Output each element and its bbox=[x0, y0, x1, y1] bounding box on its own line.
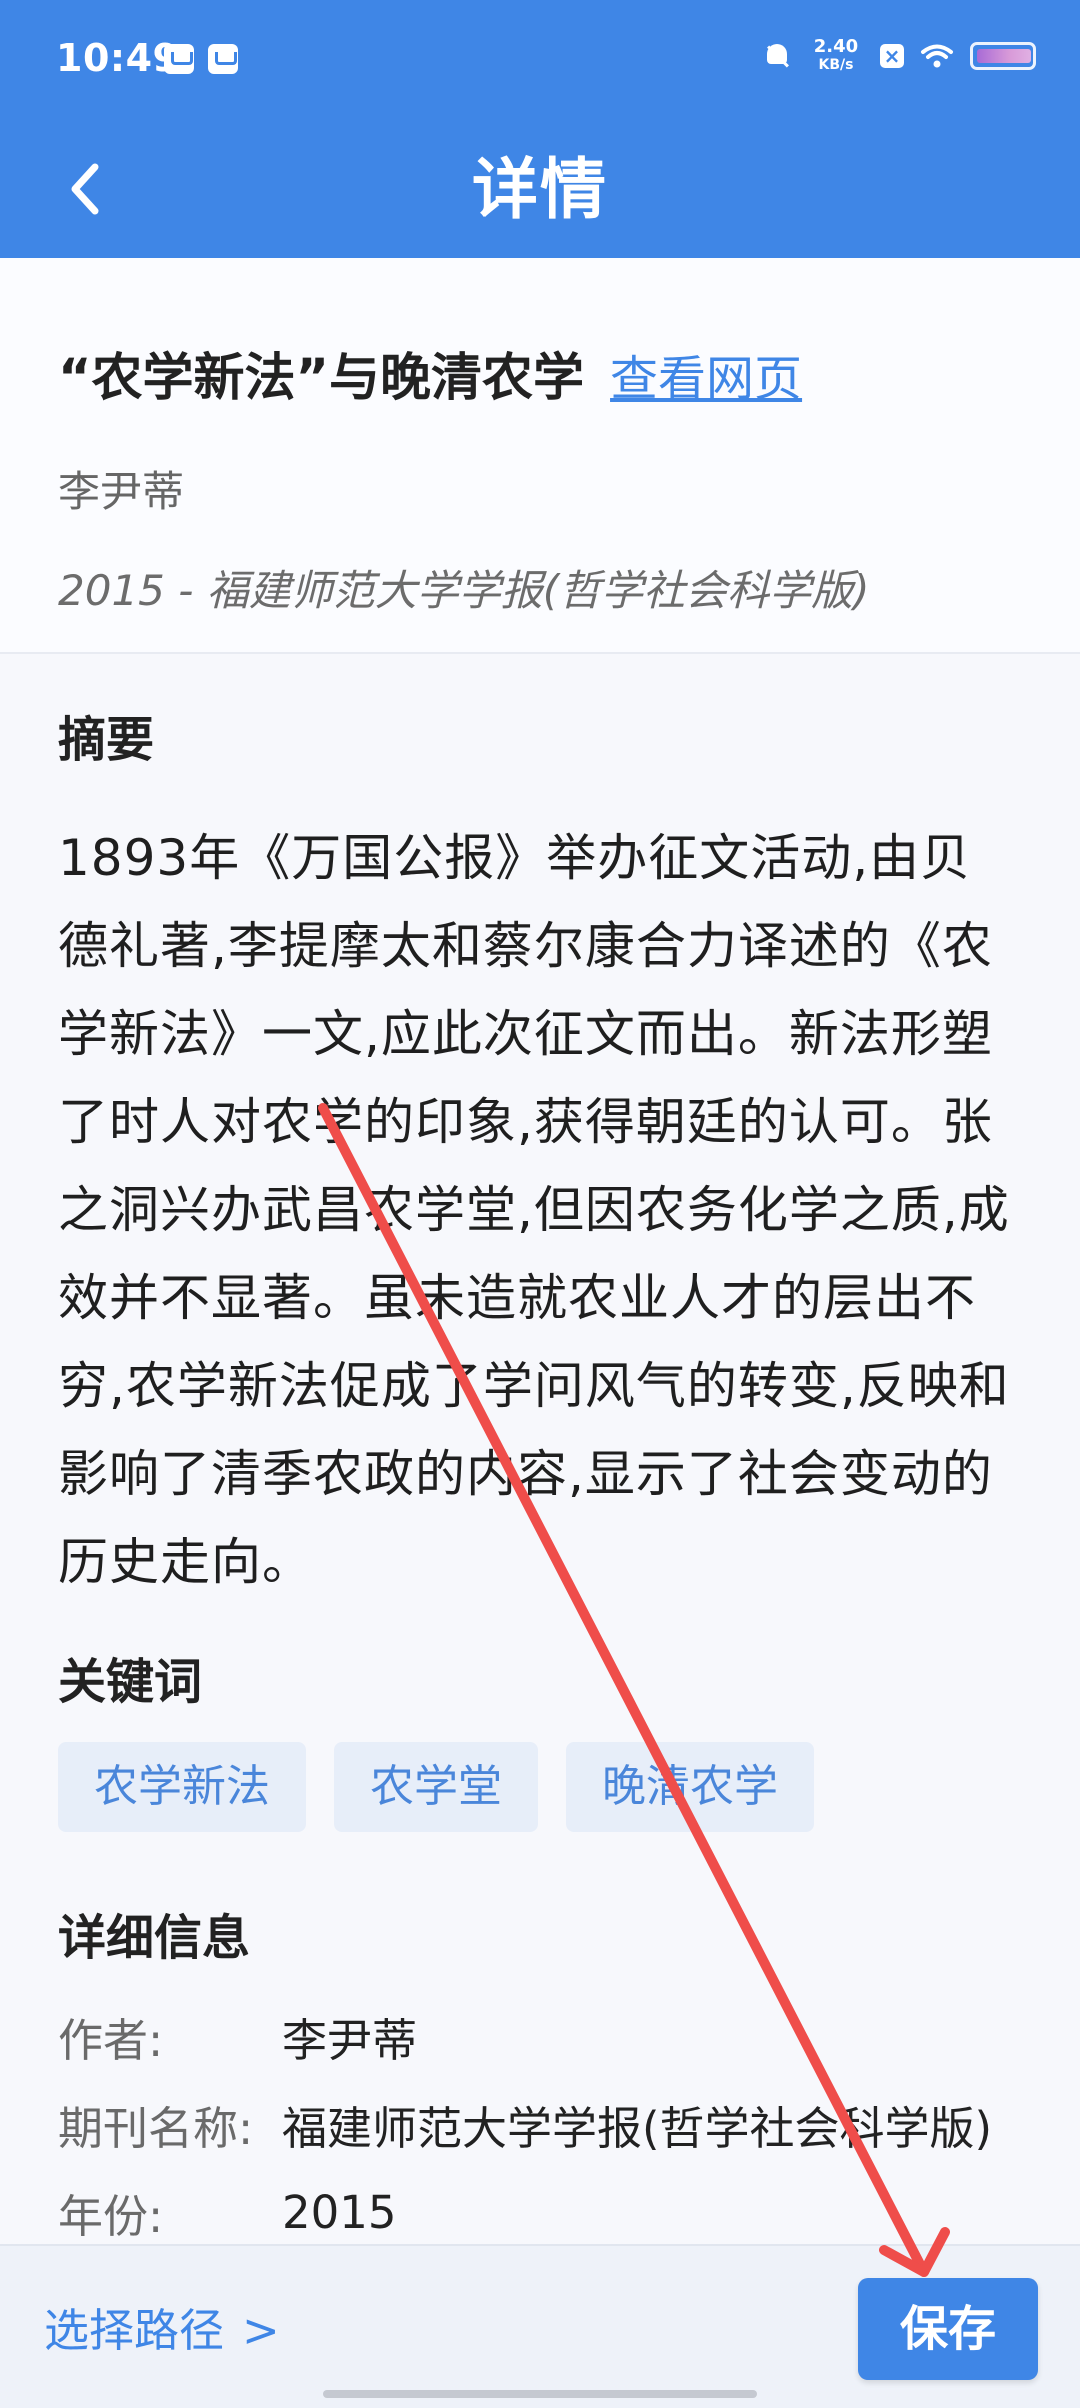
detail-value: 李尹蒂 bbox=[282, 2013, 418, 2067]
message-icon bbox=[208, 44, 238, 74]
detail-label: 作者: bbox=[58, 2013, 164, 2067]
battery-level bbox=[977, 49, 1031, 63]
app-screen: 10:49 2.40 KB/s × 详情 “农学新法”与晚清农学 查看网页 李尹… bbox=[0, 0, 1080, 2408]
detail-info-section: 详细信息 作者: 李尹蒂 期刊名称: 福建师范大学学报(哲学社会科学版) 年份:… bbox=[0, 1832, 1080, 2244]
x-box-icon: × bbox=[880, 44, 904, 68]
choose-path-button[interactable]: 选择路径 > bbox=[44, 2294, 280, 2359]
detail-row-journal: 期刊名称: 福建师范大学学报(哲学社会科学版) bbox=[58, 2080, 1022, 2168]
wifi-icon bbox=[920, 43, 954, 69]
article-publication: 2015 - 福建师范大学学报(哲学社会科学版) bbox=[58, 566, 870, 615]
top-header: 10:49 2.40 KB/s × 详情 bbox=[0, 0, 1080, 258]
choose-path-label: 选择路径 bbox=[44, 2304, 225, 2357]
detail-value: 福建师范大学学报(哲学社会科学版) bbox=[282, 2101, 993, 2155]
article-header: “农学新法”与晚清农学 查看网页 李尹蒂 2015 - 福建师范大学学报(哲学社… bbox=[0, 258, 1080, 654]
page-title: 详情 bbox=[472, 151, 608, 228]
status-bar: 10:49 2.40 KB/s × bbox=[0, 0, 1080, 120]
network-speed-unit: KB/s bbox=[818, 57, 854, 73]
calendar-icon bbox=[164, 44, 194, 74]
detail-value: 2015 bbox=[282, 2185, 397, 2239]
bottom-action-bar: 选择路径 > 保存 bbox=[0, 2244, 1080, 2408]
network-speed: 2.40 KB/s bbox=[808, 38, 864, 74]
chevron-right-icon: > bbox=[242, 2304, 280, 2357]
view-webpage-link[interactable]: 查看网页 bbox=[610, 339, 802, 409]
keyword-tag[interactable]: 农学堂 bbox=[334, 1742, 538, 1832]
navigation-bar: 详情 bbox=[0, 120, 1080, 258]
detail-row-author: 作者: 李尹蒂 bbox=[58, 1992, 1022, 2080]
bell-off-icon bbox=[762, 41, 792, 71]
article-author: 李尹蒂 bbox=[58, 467, 185, 516]
status-right-icons: 2.40 KB/s × bbox=[762, 38, 1036, 74]
abstract-text: 1893年《万国公报》举办征文活动,由贝德礼著,李提摩太和蔡尔康合力译述的《农学… bbox=[58, 829, 1010, 1591]
title-row: “农学新法”与晚清农学 查看网页 bbox=[58, 336, 1022, 410]
detail-content[interactable]: “农学新法”与晚清农学 查看网页 李尹蒂 2015 - 福建师范大学学报(哲学社… bbox=[0, 258, 1080, 2244]
keywords-section: 关键词 农学新法 农学堂 晚清农学 bbox=[0, 1606, 1080, 1832]
home-indicator[interactable] bbox=[323, 2390, 757, 2398]
detail-label: 期刊名称: bbox=[58, 2101, 254, 2155]
detail-info-heading: 详细信息 bbox=[58, 1910, 251, 1966]
keywords-list: 农学新法 农学堂 晚清农学 bbox=[58, 1742, 1022, 1832]
abstract-heading: 摘要 bbox=[58, 712, 155, 768]
battery-icon bbox=[970, 42, 1036, 70]
keyword-tag[interactable]: 晚清农学 bbox=[566, 1742, 814, 1832]
status-left-icons bbox=[164, 44, 238, 74]
detail-row-year: 年份: 2015 bbox=[58, 2168, 1022, 2244]
abstract-section: 摘要 1893年《万国公报》举办征文活动,由贝德礼著,李提摩太和蔡尔康合力译述的… bbox=[0, 654, 1080, 1606]
network-speed-value: 2.40 bbox=[813, 36, 859, 57]
keywords-heading: 关键词 bbox=[58, 1654, 203, 1710]
detail-label: 年份: bbox=[58, 2189, 164, 2243]
article-title: “农学新法”与晚清农学 bbox=[58, 349, 585, 408]
status-time: 10:49 bbox=[56, 36, 180, 80]
detail-list: 作者: 李尹蒂 期刊名称: 福建师范大学学报(哲学社会科学版) 年份: 2015 bbox=[58, 1992, 1022, 2244]
save-button[interactable]: 保存 bbox=[858, 2278, 1038, 2380]
keyword-tag[interactable]: 农学新法 bbox=[58, 1742, 306, 1832]
